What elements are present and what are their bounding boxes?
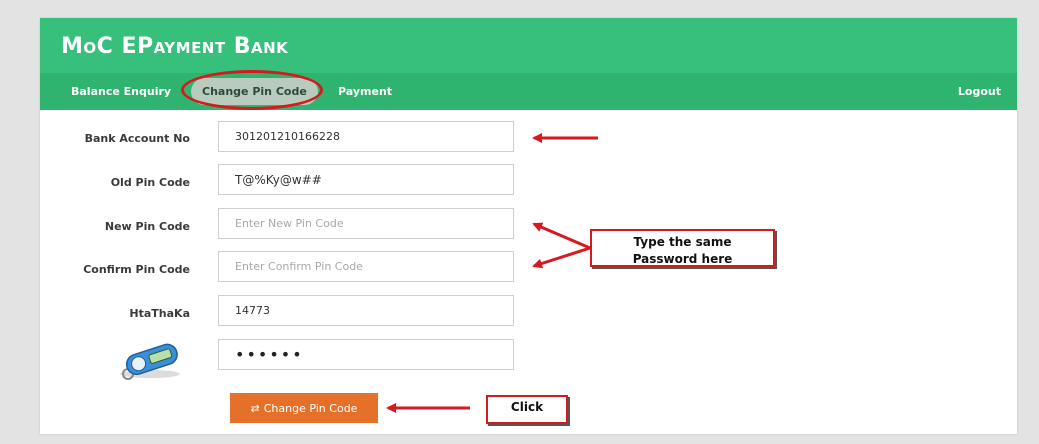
brand-header: MoC EPayment Bank [40, 18, 1017, 73]
navbar: Balance Enquiry Change Pin Code Payment … [40, 73, 1017, 110]
change-pin-code-button-label: Change Pin Code [263, 401, 358, 415]
nav-balance-enquiry[interactable]: Balance Enquiry [71, 73, 171, 110]
callout-click: Click [486, 395, 568, 424]
token-password-field[interactable] [218, 339, 514, 370]
old-pin-label: Old Pin Code [110, 176, 190, 189]
new-pin-field[interactable] [218, 208, 514, 239]
nav-change-pin-code[interactable]: Change Pin Code [191, 78, 318, 105]
htathaka-field[interactable] [218, 295, 514, 326]
arrow-to-new-pin [532, 222, 591, 250]
old-pin-field[interactable] [218, 164, 514, 195]
nav-payment[interactable]: Payment [338, 73, 392, 110]
account-label: Bank Account No [84, 132, 190, 145]
app-title: MoC EPayment Bank [61, 34, 289, 59]
arrow-to-confirm-pin [532, 246, 591, 269]
new-pin-label: New Pin Code [104, 220, 190, 233]
confirm-pin-field[interactable] [218, 251, 514, 282]
security-token-icon [110, 340, 190, 382]
htathaka-label: HtaThaKa [129, 307, 190, 320]
account-number-field[interactable] [218, 121, 514, 152]
swap-arrows-icon: ⇄ [250, 401, 260, 415]
nav-logout[interactable]: Logout [958, 73, 1001, 110]
main-panel: MoC EPayment Bank Balance Enquiry Change… [40, 18, 1017, 434]
confirm-pin-label: Confirm Pin Code [83, 263, 190, 276]
callout-same-password: Type the same Password here [590, 229, 775, 267]
callout-line-1: Type the same [633, 235, 732, 249]
callout-line-2: Password here [632, 252, 733, 266]
change-pin-code-button[interactable]: ⇄ Change Pin Code [230, 393, 378, 423]
